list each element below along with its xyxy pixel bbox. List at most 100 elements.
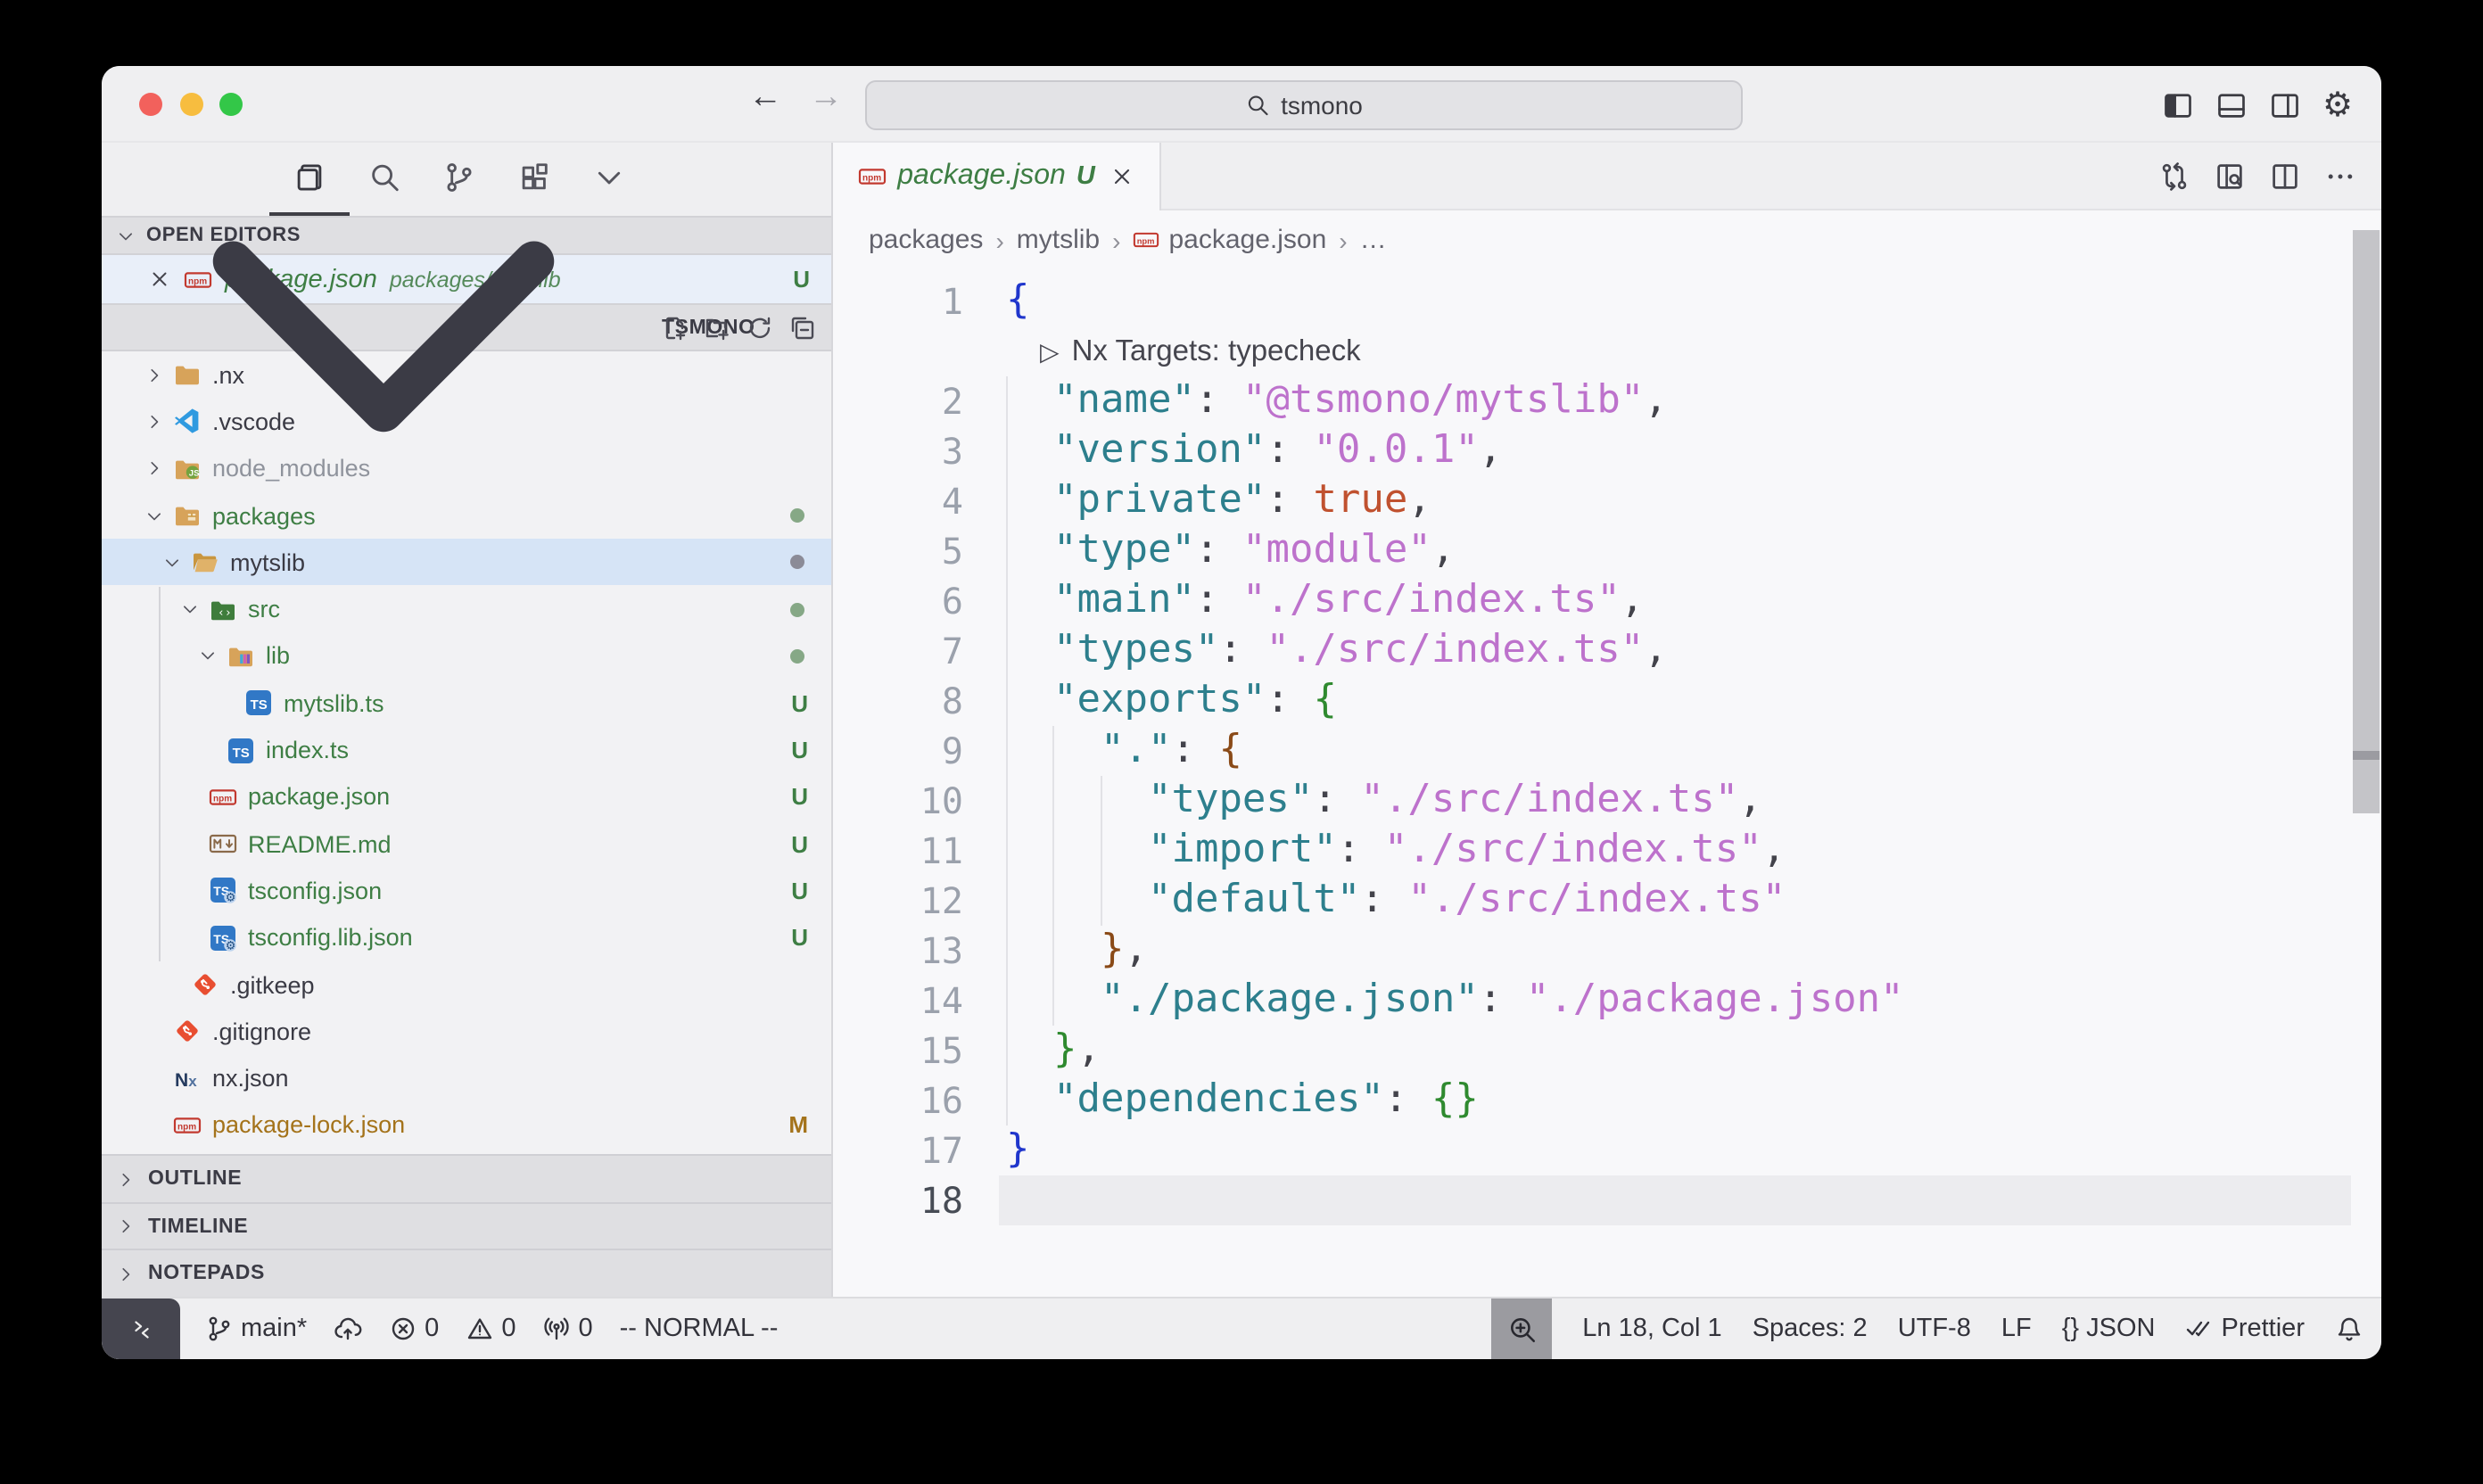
scrollbar-thumb-segment[interactable] [2353,760,2380,813]
line-content: "./package.json": "./package.json" [1006,976,1904,1026]
navigate-back-button[interactable]: ← [744,78,787,118]
svg-text:npm: npm [213,794,232,804]
breadcrumb-item[interactable]: packages [869,225,983,255]
tree-item-label: src [248,596,280,622]
status-bell[interactable] [2335,1315,2363,1343]
tree-item-label: mytslib.ts [284,689,384,716]
explorer-section-header[interactable]: TSMONO [102,303,831,351]
tree-item-label: README.md [248,830,392,857]
breadcrumb-item[interactable]: … [1360,225,1387,255]
line-content: "exports": { [1006,676,1337,726]
error-icon [389,1315,417,1343]
tab-filename: package.json [897,161,1066,193]
bell-icon [2335,1315,2363,1343]
tab-close-icon[interactable] [1110,164,1134,189]
tree-item-.nx[interactable]: .nx [102,351,831,399]
settings-gear-icon[interactable]: ⚙ [2322,88,2355,120]
status-0[interactable]: 0 [389,1315,439,1343]
status-lf[interactable]: LF [2001,1315,2032,1343]
collapse-all-icon[interactable] [788,313,817,342]
breadcrumb-label: mytslib [1017,225,1100,255]
git-status-badge: M [788,1112,808,1139]
new-file-icon[interactable] [660,313,689,342]
refresh-icon[interactable] [746,313,774,342]
section-header-timeline[interactable]: TIMELINE [102,1202,831,1249]
codelens-nx-targets[interactable]: ▷Nx Targets: typecheck [833,326,2381,376]
status-normal[interactable]: -- NORMAL -- [620,1315,779,1343]
status-0[interactable]: 0 [466,1315,516,1343]
scrollbar-thumb[interactable] [2353,230,2380,751]
more-actions-icon[interactable] [2324,161,2356,193]
navigate-forward-button[interactable]: → [804,78,847,118]
tab-package-json[interactable]: npm package.json U [833,143,1161,210]
layout-sidebar-right-icon[interactable] [2269,88,2301,120]
chevron-right-icon [116,1169,136,1189]
section-header-outline[interactable]: OUTLINE [102,1154,831,1201]
tree-item-tsconfig.json[interactable]: TS⚙tsconfig.jsonU [102,868,831,915]
tree-item-label: nx.json [212,1065,289,1092]
warning-icon [466,1315,494,1343]
line-number: 10 [833,776,963,826]
tree-item-.gitkeep[interactable]: .gitkeep [102,961,831,1009]
breadcrumb-label: packages [869,225,983,255]
tree-item-lib[interactable]: lib [102,633,831,680]
sidebar-bottom-sections: OUTLINETIMELINENOTEPADS [102,1154,831,1297]
status-cloud-upload[interactable] [334,1315,362,1343]
status-label: main* [241,1315,307,1343]
workbench: OPEN EDITORS npm package.json packages/m… [102,143,2381,1297]
code-line-10: 10 "types": "./src/index.ts", [833,776,2381,826]
breadcrumb-item[interactable]: npmpackage.json [1133,225,1326,255]
code-line-2: 2 "name": "@tsmono/mytslib", [833,376,2381,426]
broadcast-icon [542,1315,571,1343]
code-line-18: 18 [833,1175,2381,1225]
code-line-8: 8 "exports": { [833,676,2381,726]
status-prettier[interactable]: Prettier [2186,1315,2306,1343]
tree-item-.gitignore[interactable]: .gitignore [102,1008,831,1055]
tree-item-index.ts[interactable]: TSindex.tsU [102,727,831,774]
status-0[interactable]: 0 [542,1315,592,1343]
split-editor-icon[interactable] [2269,161,2301,193]
tree-item-mytslib[interactable]: mytslib [102,539,831,586]
change-indicator-dot [790,508,804,523]
breadcrumb-label: … [1360,225,1387,255]
status-label: LF [2001,1315,2032,1343]
tree-item-package.json[interactable]: npmpackage.jsonU [102,773,831,820]
code-line-13: 13 }, [833,926,2381,976]
layout-panel-icon[interactable] [2215,88,2248,120]
code-editor[interactable]: 1{▷Nx Targets: typecheck2 "name": "@tsmo… [833,269,2381,1297]
layout-sidebar-left-icon[interactable] [2162,88,2194,120]
section-header-notepads[interactable]: NOTEPADS [102,1249,831,1297]
tree-item-packages[interactable]: packages [102,492,831,540]
svg-text:⚙: ⚙ [226,891,236,904]
status-utf-8[interactable]: UTF-8 [1898,1315,1971,1343]
tree-item-package-lock.json[interactable]: npmpackage-lock.jsonM [102,1102,831,1150]
zoom-indicator[interactable] [1491,1298,1552,1359]
new-folder-icon[interactable] [703,313,731,342]
open-preview-icon[interactable] [2214,161,2246,193]
tree-item-README.md[interactable]: README.md U [102,820,831,868]
tree-item-src[interactable]: ‹› src [102,586,831,633]
chevron-down-icon [198,647,218,666]
tree-item-node_modules[interactable]: JSnode_modules [102,445,831,492]
tree-item-nx.json[interactable]: Nxnx.json [102,1055,831,1102]
status-main[interactable]: main* [205,1315,307,1343]
command-center-search[interactable]: tsmono [865,80,1743,130]
tree-item-.vscode[interactable]: .vscode [102,399,831,446]
code-line-14: 14 "./package.json": "./package.json" [833,976,2381,1026]
line-content: "type": "module", [1006,526,1455,576]
line-number: 4 [833,476,963,526]
breadcrumb-item[interactable]: mytslib [1017,225,1100,255]
compare-changes-icon[interactable] [2158,161,2190,193]
status-label: 0 [425,1315,439,1343]
tree-item-label: node_modules [212,455,370,482]
status-json[interactable]: {} JSON [2062,1315,2156,1343]
screen: ← → tsmono ⚙ OPEN EDITORS npm [0,0,2483,1484]
tree-item-tsconfig.lib.json[interactable]: TS⚙tsconfig.lib.jsonU [102,914,831,961]
remote-indicator[interactable] [102,1298,180,1359]
status-ln-18-col-1[interactable]: Ln 18, Col 1 [1582,1315,1721,1343]
tree-item-label: .gitkeep [230,971,315,998]
git-status-badge: U [791,830,808,857]
status-spaces-2[interactable]: Spaces: 2 [1753,1315,1868,1343]
folder-src-icon: ‹› [209,595,237,623]
tree-item-mytslib.ts[interactable]: TSmytslib.tsU [102,680,831,727]
